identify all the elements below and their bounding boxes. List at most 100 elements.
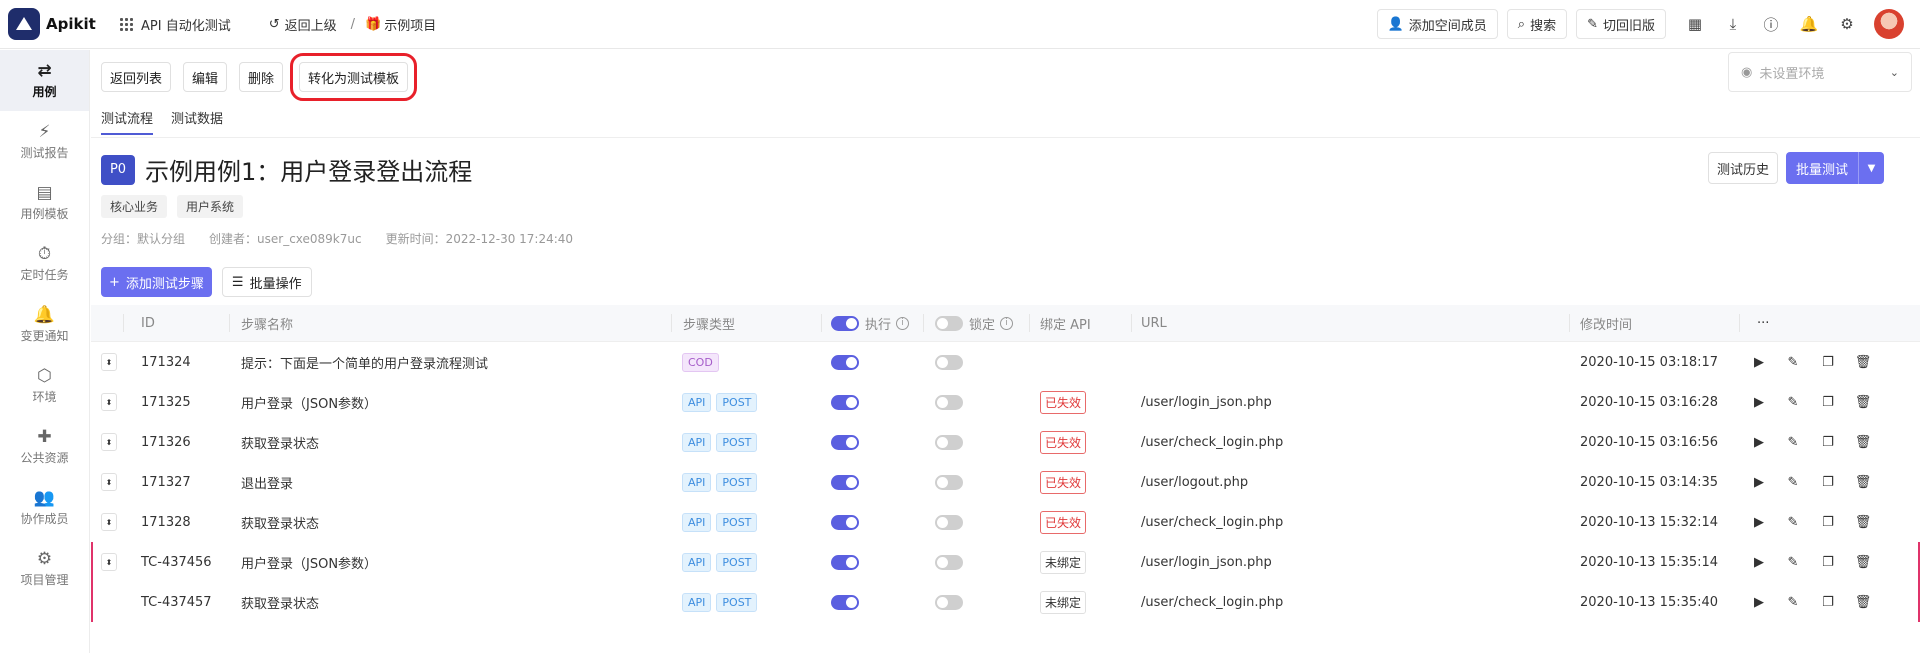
- test-history-button[interactable]: 测试历史: [1707, 152, 1778, 184]
- execute-toggle[interactable]: [831, 354, 859, 370]
- drag-handle[interactable]: ⬍: [101, 473, 117, 491]
- col-more[interactable]: ···: [1757, 316, 1769, 331]
- add-member-button[interactable]: 👤 添加空间成员: [1376, 9, 1498, 39]
- info-icon[interactable]: i: [1000, 316, 1014, 330]
- chevron-down-icon[interactable]: ▼: [1858, 152, 1884, 184]
- run-icon[interactable]: ▶: [1751, 554, 1767, 570]
- copy-icon[interactable]: ❐: [1820, 514, 1836, 530]
- execute-switch[interactable]: [831, 394, 859, 410]
- copy-icon[interactable]: ❐: [1820, 434, 1836, 450]
- environment-select[interactable]: ◉ 未设置环境 ⌄: [1728, 52, 1912, 92]
- execute-switch[interactable]: [831, 514, 859, 530]
- lock-toggle[interactable]: [935, 514, 963, 530]
- copy-icon[interactable]: ❐: [1820, 354, 1836, 370]
- step-name[interactable]: 用户登录（JSON参数）: [241, 393, 377, 412]
- execute-switch[interactable]: [831, 354, 859, 370]
- edit-icon[interactable]: ✎: [1785, 434, 1801, 450]
- lock-switch[interactable]: [935, 394, 963, 410]
- table-row[interactable]: ⬍ 171326 获取登录状态 API POST 已失效/user/check_login…: [91, 422, 1920, 462]
- step-name[interactable]: 退出登录: [241, 473, 293, 492]
- copy-icon[interactable]: ❐: [1820, 394, 1836, 410]
- lock-toggle[interactable]: [935, 474, 963, 490]
- delete-icon[interactable]: 🗑: [1855, 594, 1872, 610]
- run-icon[interactable]: ▶: [1751, 474, 1767, 490]
- drag-handle[interactable]: ⬍: [101, 553, 117, 571]
- edit-icon[interactable]: ✎: [1785, 514, 1801, 530]
- lock-switch[interactable]: [935, 514, 963, 530]
- lock-toggle[interactable]: [935, 354, 963, 370]
- execute-toggle[interactable]: [831, 474, 859, 490]
- old-version-button[interactable]: ✎ 切回旧版: [1576, 9, 1666, 39]
- execute-switch[interactable]: [831, 554, 859, 570]
- execute-toggle[interactable]: [831, 434, 859, 450]
- delete-icon[interactable]: 🗑: [1855, 514, 1872, 530]
- delete-icon[interactable]: 🗑: [1855, 554, 1872, 570]
- copy-icon[interactable]: ❐: [1820, 594, 1836, 610]
- step-name[interactable]: 获取登录状态: [241, 593, 319, 612]
- delete-icon[interactable]: 🗑: [1855, 474, 1872, 490]
- table-row[interactable]: ⬍ 171328 获取登录状态 API POST 已失效/user/check_login…: [91, 502, 1920, 542]
- tab-test-flow[interactable]: 测试流程: [101, 108, 154, 135]
- avatar[interactable]: [1874, 9, 1904, 39]
- workspace-switcher[interactable]: API 自动化测试: [120, 15, 231, 34]
- step-name[interactable]: 获取登录状态: [241, 513, 319, 532]
- sidebar-item-environment[interactable]: ⬡ 环境: [0, 355, 89, 416]
- run-icon[interactable]: ▶: [1751, 594, 1767, 610]
- execute-switch[interactable]: [831, 594, 859, 610]
- table-row[interactable]: TC-437457 获取登录状态 API POST 未绑定/user/check_log…: [91, 582, 1920, 622]
- lock-switch[interactable]: [935, 554, 963, 570]
- sidebar-item-project[interactable]: ⚙ 项目管理: [0, 538, 89, 599]
- delete-icon[interactable]: 🗑: [1855, 354, 1872, 370]
- download-icon[interactable]: ⤓: [1722, 13, 1744, 35]
- sidebar-item-notifications[interactable]: 🔔 变更通知: [0, 294, 89, 355]
- execute-all-toggle[interactable]: [831, 315, 859, 331]
- edit-icon[interactable]: ✎: [1785, 594, 1801, 610]
- convert-template-button[interactable]: 转化为测试模板: [290, 53, 418, 101]
- edit-icon[interactable]: ✎: [1785, 554, 1801, 570]
- lock-switch[interactable]: [935, 594, 963, 610]
- delete-icon[interactable]: 🗑: [1855, 434, 1872, 450]
- project-link[interactable]: 🎁 示例项目: [365, 15, 436, 34]
- lock-switch[interactable]: [935, 354, 963, 370]
- sidebar-item-templates[interactable]: ▤ 用例模板: [0, 172, 89, 233]
- table-row[interactable]: ⬍ TC-437456 用户登录（JSON参数） API POST 未绑定/user/lo…: [91, 542, 1920, 582]
- search-button[interactable]: ⌕ 搜索: [1506, 9, 1568, 39]
- lock-toggle[interactable]: [935, 594, 963, 610]
- delete-icon[interactable]: 🗑: [1855, 394, 1872, 410]
- edit-icon[interactable]: ✎: [1785, 354, 1801, 370]
- step-name[interactable]: 用户登录（JSON参数）: [241, 553, 377, 572]
- table-row[interactable]: ⬍ 171327 退出登录 API POST 已失效/user/logout.php 202…: [91, 462, 1920, 502]
- help-icon[interactable]: ⓘ: [1760, 13, 1782, 35]
- step-name[interactable]: 获取登录状态: [241, 433, 319, 452]
- step-name[interactable]: 提示：下面是一个简单的用户登录流程测试: [241, 353, 488, 372]
- drag-handle[interactable]: ⬍: [101, 513, 117, 531]
- sidebar-item-members[interactable]: 👥 协作成员: [0, 477, 89, 538]
- sidebar-item-scheduled[interactable]: ⏱ 定时任务: [0, 233, 89, 294]
- execute-switch[interactable]: [831, 434, 859, 450]
- execute-toggle[interactable]: [831, 554, 859, 570]
- edit-button[interactable]: 编辑: [183, 62, 228, 92]
- lock-switch[interactable]: [935, 434, 963, 450]
- run-icon[interactable]: ▶: [1751, 434, 1767, 450]
- back-list-button[interactable]: 返回列表: [101, 62, 172, 92]
- execute-toggle[interactable]: [831, 594, 859, 610]
- edit-icon[interactable]: ✎: [1785, 394, 1801, 410]
- drag-handle[interactable]: ⬍: [101, 393, 117, 411]
- drag-handle[interactable]: ⬍: [101, 433, 117, 451]
- table-row[interactable]: ⬍ 171324 提示：下面是一个简单的用户登录流程测试 COD 2020-10-15 …: [91, 342, 1920, 382]
- lock-toggle[interactable]: [935, 554, 963, 570]
- tab-test-data[interactable]: 测试数据: [171, 108, 223, 135]
- lock-toggle[interactable]: [935, 394, 963, 410]
- settings-icon[interactable]: ⚙: [1836, 13, 1858, 35]
- lock-all-toggle[interactable]: [935, 315, 963, 331]
- back-parent-link[interactable]: ↺ 返回上级: [269, 15, 337, 34]
- lock-switch[interactable]: [935, 474, 963, 490]
- delete-button[interactable]: 删除: [239, 62, 284, 92]
- execute-toggle[interactable]: [831, 514, 859, 530]
- execute-toggle[interactable]: [831, 394, 859, 410]
- sidebar-item-reports[interactable]: ⚡ 测试报告: [0, 111, 89, 172]
- add-step-button[interactable]: + 添加测试步骤: [101, 267, 212, 297]
- table-row[interactable]: ⬍ 171325 用户登录（JSON参数） API POST 已失效/user/login…: [91, 382, 1920, 422]
- batch-ops-button[interactable]: ☰ 批量操作: [221, 267, 312, 297]
- lock-toggle[interactable]: [935, 434, 963, 450]
